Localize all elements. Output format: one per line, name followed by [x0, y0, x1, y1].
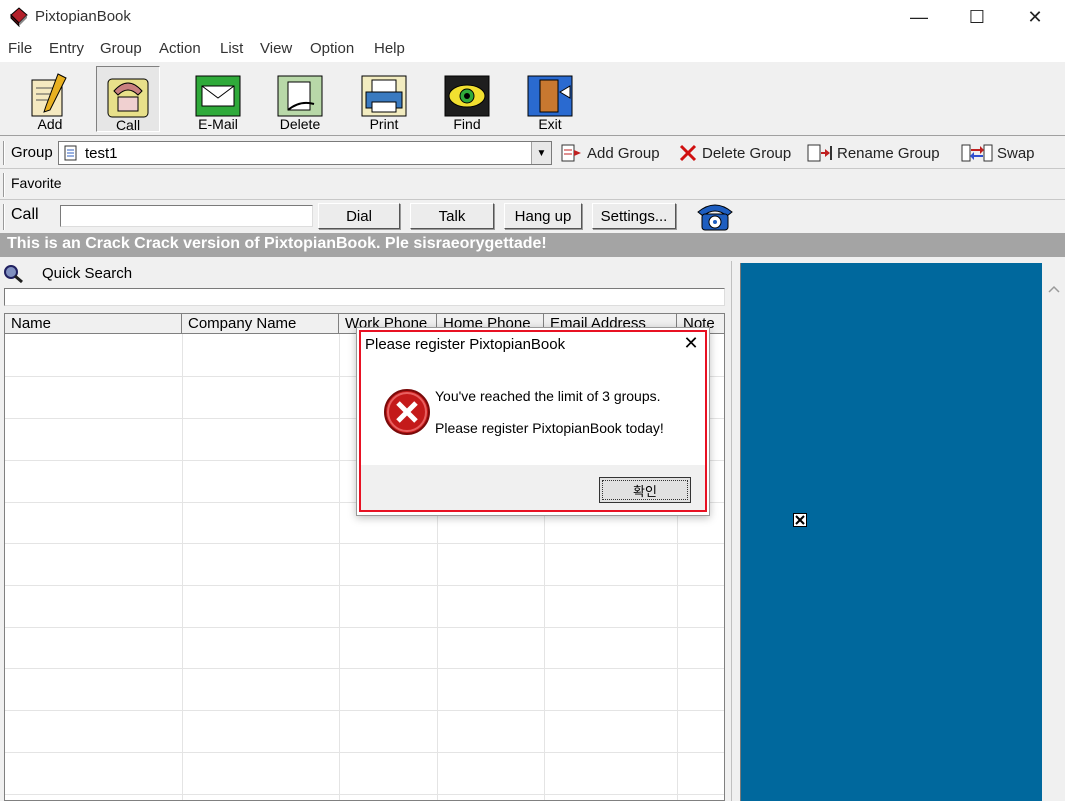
- add-group-label: Add Group: [587, 144, 660, 162]
- email-button[interactable]: E-Mail: [186, 66, 250, 132]
- call-label: Call: [115, 117, 141, 133]
- group-selected-value: test1: [85, 145, 118, 162]
- broken-image-icon: [793, 513, 807, 527]
- toolbar-grip: [3, 204, 5, 230]
- delete-x-icon: [679, 144, 697, 162]
- main-toolbar: Add Call E-Mail Delete Print Find Exit: [0, 62, 1065, 136]
- dial-button[interactable]: Dial: [318, 203, 400, 229]
- call-bar: Call Dial Talk Hang up Settings...: [0, 200, 1065, 233]
- minimize-button[interactable]: —: [890, 0, 948, 34]
- quick-search-input[interactable]: [4, 288, 725, 306]
- app-book-icon: [8, 6, 30, 28]
- add-group-button[interactable]: Add Group: [561, 141, 660, 165]
- focus-ring: [602, 480, 688, 500]
- rename-group-label: Rename Group: [837, 144, 940, 162]
- delete-label: Delete: [279, 116, 321, 132]
- preview-pane: [740, 263, 1042, 801]
- delete-button[interactable]: Delete: [268, 66, 332, 132]
- exit-door-icon: [527, 75, 573, 117]
- add-button[interactable]: Add: [18, 66, 82, 132]
- dialog-frame: Please register PixtopianBook ✕ You've r…: [359, 330, 707, 512]
- menu-option[interactable]: Option: [310, 40, 354, 57]
- grid-line: [5, 543, 724, 544]
- title-bar: PixtopianBook — ☐ ✕: [0, 0, 1065, 34]
- pane-splitter[interactable]: [731, 261, 740, 801]
- magnifier-icon: [3, 264, 25, 288]
- grid-line: [5, 627, 724, 628]
- printer-icon: [361, 75, 407, 117]
- menu-entry[interactable]: Entry: [49, 40, 84, 57]
- ok-button[interactable]: 확인: [599, 477, 691, 503]
- call-button[interactable]: Call: [96, 66, 160, 133]
- find-label: Find: [453, 116, 481, 132]
- group-select[interactable]: test1 ▼: [58, 141, 552, 165]
- register-dialog: Please register PixtopianBook ✕ You've r…: [356, 327, 710, 516]
- dialog-close-button[interactable]: ✕: [679, 333, 703, 355]
- column-header-company[interactable]: Company Name: [182, 314, 339, 334]
- scroll-up-arrow-icon[interactable]: [1042, 281, 1065, 297]
- dialog-message-limit: You've reached the limit of 3 groups.: [435, 388, 661, 404]
- grid-line: [5, 668, 724, 669]
- toolbar-grip: [3, 141, 5, 165]
- menu-bar: File Entry Group Action List View Option…: [0, 34, 1065, 62]
- grid-line: [5, 710, 724, 711]
- toolbar-grip: [3, 173, 5, 197]
- group-label: Group: [11, 144, 53, 161]
- maximize-button[interactable]: ☐: [948, 0, 1006, 34]
- add-group-icon: [561, 144, 581, 162]
- grid-line: [5, 794, 724, 795]
- group-bar: Group test1 ▼ Add Group Delete Group Ren…: [0, 137, 1065, 169]
- favorite-bar: Favorite: [0, 170, 1065, 200]
- grid-line: [5, 752, 724, 753]
- menu-file[interactable]: File: [8, 40, 32, 57]
- vertical-scrollbar[interactable]: [1042, 263, 1065, 801]
- call-label: Call: [11, 206, 39, 223]
- unregistered-banner: This is an Crack Crack version of Pixtop…: [0, 233, 1065, 257]
- print-button[interactable]: Print: [352, 66, 416, 132]
- dialog-message-register: Please register PixtopianBook today!: [435, 420, 664, 436]
- delete-paper-icon: [277, 75, 323, 117]
- print-label: Print: [369, 116, 399, 132]
- talk-button[interactable]: Talk: [410, 203, 494, 229]
- chevron-down-icon[interactable]: ▼: [531, 142, 551, 164]
- favorite-label: Favorite: [11, 175, 62, 191]
- telephone-icon: [107, 78, 149, 118]
- window-title: PixtopianBook: [35, 8, 131, 25]
- grid-line: [5, 585, 724, 586]
- grid-line: [182, 334, 183, 800]
- hang-up-button[interactable]: Hang up: [504, 203, 582, 229]
- add-label: Add: [37, 116, 63, 132]
- close-window-button[interactable]: ✕: [1006, 0, 1064, 34]
- exit-button[interactable]: Exit: [518, 66, 582, 132]
- menu-help[interactable]: Help: [374, 40, 405, 57]
- email-envelope-icon: [195, 75, 241, 117]
- swap-button[interactable]: Swap: [961, 141, 1035, 165]
- call-number-input[interactable]: [60, 205, 313, 227]
- exit-label: Exit: [538, 116, 562, 132]
- rename-group-button[interactable]: Rename Group: [807, 141, 940, 165]
- menu-view[interactable]: View: [260, 40, 292, 57]
- column-header-name[interactable]: Name: [5, 314, 182, 334]
- find-button[interactable]: Find: [435, 66, 499, 132]
- find-eye-icon: [444, 75, 490, 117]
- error-icon: [383, 388, 431, 440]
- menu-list[interactable]: List: [220, 40, 243, 57]
- dialog-footer: 확인: [361, 465, 705, 510]
- menu-action[interactable]: Action: [159, 40, 201, 57]
- menu-group[interactable]: Group: [100, 40, 142, 57]
- group-document-icon: [63, 145, 79, 165]
- swap-arrows-icon: [961, 144, 993, 162]
- swap-label: Swap: [997, 144, 1035, 162]
- add-entry-icon: [31, 73, 67, 117]
- grid-line: [339, 334, 340, 800]
- phone-dialer-icon[interactable]: [694, 200, 736, 236]
- dialog-title: Please register PixtopianBook: [365, 336, 566, 353]
- quick-search-label: Quick Search: [42, 265, 133, 282]
- email-label: E-Mail: [198, 116, 238, 132]
- delete-group-button[interactable]: Delete Group: [678, 141, 791, 165]
- rename-group-icon: [807, 144, 832, 162]
- delete-group-label: Delete Group: [702, 144, 792, 162]
- settings-button[interactable]: Settings...: [592, 203, 676, 229]
